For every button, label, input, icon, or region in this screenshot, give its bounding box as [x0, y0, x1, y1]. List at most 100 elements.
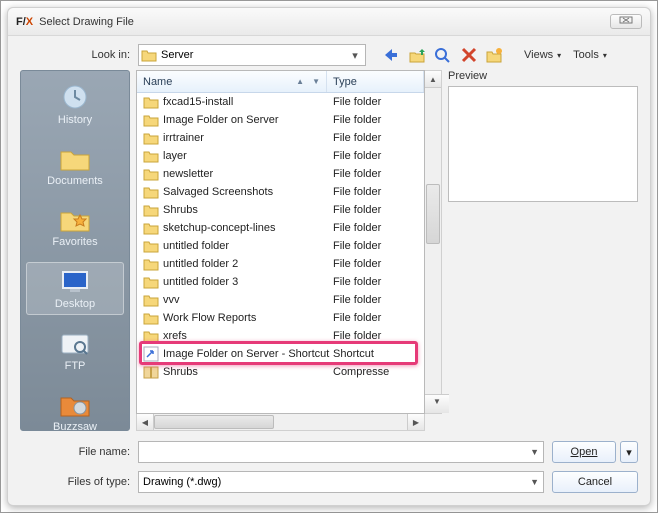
scroll-thumb[interactable]	[426, 184, 440, 244]
folder-icon	[143, 148, 159, 164]
file-type: File folder	[333, 258, 424, 270]
horizontal-scrollbar[interactable]: ◀ ▶	[136, 414, 425, 431]
scroll-down-icon[interactable]: ▼	[425, 394, 449, 413]
file-row[interactable]: layerFile folder	[137, 147, 424, 165]
open-button[interactable]: Open	[552, 441, 616, 463]
file-row[interactable]: untitled folderFile folder	[137, 237, 424, 255]
folder-icon	[143, 220, 159, 236]
lookin-value: Server	[161, 49, 347, 61]
chevron-down-icon[interactable]: ▾	[347, 49, 363, 62]
file-type: File folder	[333, 330, 424, 342]
back-button[interactable]	[380, 44, 402, 66]
file-name: Image Folder on Server - Shortcut	[163, 348, 333, 360]
scroll-left-icon[interactable]: ◀	[137, 414, 154, 430]
archive-icon	[143, 364, 159, 380]
file-type: File folder	[333, 150, 424, 162]
preview-panel: Preview	[448, 70, 638, 431]
folder-icon	[143, 112, 159, 128]
file-name: sketchup-concept-lines	[163, 222, 333, 234]
folder-icon	[143, 238, 159, 254]
views-menu[interactable]: Views▾	[520, 49, 565, 61]
column-type[interactable]: Type	[327, 71, 424, 92]
folder-icon	[143, 292, 159, 308]
filetype-label: Files of type:	[20, 476, 130, 488]
tools-menu[interactable]: Tools▾	[569, 49, 611, 61]
shortcut-icon	[143, 346, 159, 362]
preview-box	[448, 86, 638, 202]
cancel-button[interactable]: Cancel	[552, 471, 638, 493]
file-name: Shrubs	[163, 204, 333, 216]
new-folder-button[interactable]	[484, 44, 506, 66]
places-desktop[interactable]: Desktop	[26, 262, 123, 315]
preview-label: Preview	[448, 70, 638, 82]
file-type: Shortcut	[333, 348, 424, 360]
scroll-right-icon[interactable]: ▶	[407, 414, 424, 430]
places-documents[interactable]: Documents	[26, 140, 123, 191]
file-row[interactable]: newsletterFile folder	[137, 165, 424, 183]
folder-icon	[141, 48, 157, 62]
file-type: File folder	[333, 168, 424, 180]
column-name[interactable]: Name▲▼	[137, 71, 327, 92]
file-name: untitled folder 3	[163, 276, 333, 288]
scroll-thumb[interactable]	[154, 415, 274, 429]
lookin-combobox[interactable]: Server ▾	[138, 44, 366, 66]
list-header: Name▲▼ Type	[137, 71, 424, 93]
places-history[interactable]: History	[26, 79, 123, 130]
file-row[interactable]: xrefsFile folder	[137, 327, 424, 345]
app-logo: F/X	[16, 16, 33, 28]
file-list[interactable]: Name▲▼ Type fxcad15-installFile folderIm…	[136, 70, 425, 414]
window-title: Select Drawing File	[39, 16, 134, 28]
places-favorites[interactable]: Favorites	[26, 201, 123, 252]
folder-icon	[143, 94, 159, 110]
file-type: File folder	[333, 132, 424, 144]
up-one-level-button[interactable]	[406, 44, 428, 66]
chevron-down-icon[interactable]: ▼	[530, 447, 539, 457]
file-row[interactable]: fxcad15-installFile folder	[137, 93, 424, 111]
file-row[interactable]: vvvFile folder	[137, 291, 424, 309]
file-type: File folder	[333, 222, 424, 234]
folder-icon	[143, 310, 159, 326]
filetype-value: Drawing (*.dwg)	[143, 476, 221, 488]
file-row[interactable]: Image Folder on ServerFile folder	[137, 111, 424, 129]
file-name: xrefs	[163, 330, 333, 342]
file-name: vvv	[163, 294, 333, 306]
sort-asc-icon: ▲	[296, 77, 304, 86]
folder-icon	[143, 274, 159, 290]
close-button[interactable]	[610, 14, 642, 29]
file-name: layer	[163, 150, 333, 162]
vertical-scrollbar[interactable]: ▲ ▼	[425, 70, 442, 414]
scroll-up-icon[interactable]: ▲	[425, 71, 441, 88]
file-row[interactable]: irrtrainerFile folder	[137, 129, 424, 147]
file-name: untitled folder	[163, 240, 333, 252]
file-name: Shrubs	[163, 366, 333, 378]
file-name: Work Flow Reports	[163, 312, 333, 324]
file-type: File folder	[333, 204, 424, 216]
file-row[interactable]: Image Folder on Server - ShortcutShortcu…	[137, 345, 424, 363]
file-row[interactable]: Salvaged ScreenshotsFile folder	[137, 183, 424, 201]
places-buzzsaw[interactable]: Buzzsaw	[26, 386, 123, 435]
file-row[interactable]: untitled folder 3File folder	[137, 273, 424, 291]
search-web-button[interactable]	[432, 44, 454, 66]
lookin-label: Look in:	[20, 49, 130, 61]
file-type: File folder	[333, 240, 424, 252]
places-ftp[interactable]: FTP	[26, 325, 123, 376]
file-name: Image Folder on Server	[163, 114, 333, 126]
file-row[interactable]: ShrubsCompresse	[137, 363, 424, 381]
file-type: File folder	[333, 114, 424, 126]
file-row[interactable]: ShrubsFile folder	[137, 201, 424, 219]
file-row[interactable]: Work Flow ReportsFile folder	[137, 309, 424, 327]
select-drawing-file-dialog: F/X Select Drawing File Look in: Server …	[7, 7, 651, 506]
chevron-down-icon[interactable]: ▼	[312, 77, 320, 86]
file-type: File folder	[333, 276, 424, 288]
folder-icon	[143, 256, 159, 272]
folder-icon	[143, 328, 159, 344]
delete-button[interactable]	[458, 44, 480, 66]
file-row[interactable]: untitled folder 2File folder	[137, 255, 424, 273]
file-name: fxcad15-install	[163, 96, 333, 108]
open-button-dropdown[interactable]: ▾	[620, 441, 638, 463]
filename-field[interactable]: ▼	[138, 441, 544, 463]
file-row[interactable]: sketchup-concept-linesFile folder	[137, 219, 424, 237]
filetype-combobox[interactable]: Drawing (*.dwg) ▼	[138, 471, 544, 493]
chevron-down-icon[interactable]: ▼	[530, 477, 539, 487]
filename-label: File name:	[20, 446, 130, 458]
